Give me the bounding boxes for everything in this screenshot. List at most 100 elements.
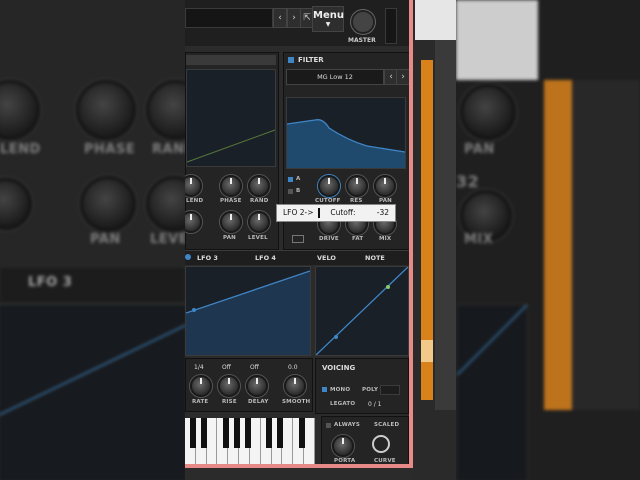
- poly-voices-field[interactable]: [380, 385, 400, 395]
- lfo-delay-label: DELAY: [248, 399, 269, 405]
- route-b-toggle[interactable]: [288, 189, 293, 194]
- filter-curve: [286, 119, 406, 168]
- next-preset-button[interactable]: ›: [287, 8, 301, 28]
- filter-next-button[interactable]: ›: [396, 69, 410, 85]
- filter-title: FILTER: [298, 56, 324, 64]
- osc-pan-knob[interactable]: [220, 211, 242, 233]
- route-b-label: B: [296, 188, 301, 194]
- porta-knob[interactable]: [332, 435, 354, 457]
- portamento-section: ALWAYS SCALED PORTA CURVE: [321, 416, 409, 468]
- osc-phase-knob[interactable]: [220, 175, 242, 197]
- osc-level-knob[interactable]: [248, 211, 270, 233]
- curve-label: CURVE: [374, 458, 396, 464]
- osc-phase-label: PHASE: [220, 198, 242, 204]
- voices-value: 0 / 1: [368, 401, 382, 408]
- lfo-delay-knob[interactable]: [246, 375, 268, 397]
- synth-plugin-window: ‹ › ⇱ Menu ▼ MASTER LEND PHASE RAND PAN …: [185, 0, 456, 480]
- route-a-toggle[interactable]: [288, 177, 293, 182]
- black-key[interactable]: [277, 418, 283, 448]
- black-key[interactable]: [223, 418, 229, 448]
- filter-response-display: [286, 97, 406, 169]
- master-volume-knob[interactable]: [351, 10, 375, 34]
- lfo-smooth-value: 0.0: [288, 364, 298, 371]
- bg-label-lend: LEND: [0, 142, 41, 157]
- route-a-label: A: [296, 176, 301, 182]
- tab-note[interactable]: NOTE: [365, 254, 385, 262]
- bg-label-phase: PHASE: [84, 142, 136, 157]
- white-key[interactable]: [207, 418, 218, 468]
- velocity-curve: [315, 266, 409, 356]
- osc-rand-knob[interactable]: [248, 175, 270, 197]
- white-key[interactable]: [250, 418, 261, 468]
- daw-clip-strip: [413, 0, 456, 480]
- bg-lfo-graph: [0, 304, 185, 480]
- bg-knob: [460, 84, 516, 140]
- bg-daw-orange-block: [544, 80, 572, 410]
- menu-button[interactable]: Menu ▼: [312, 6, 344, 32]
- osc-header: [186, 55, 276, 65]
- bg-label-pan: PAN: [90, 232, 121, 247]
- tooltip-param: Cutoff:: [330, 208, 356, 217]
- lfo-rise-label: RISE: [222, 399, 237, 405]
- lfo-smooth-knob[interactable]: [284, 375, 306, 397]
- mono-toggle[interactable]: [322, 387, 327, 392]
- bg-tab-strip: LFO 3: [0, 266, 185, 304]
- bg-label-mix-right: MIX: [464, 232, 494, 247]
- lfo-smooth-label: SMOOTH: [282, 399, 311, 405]
- white-key[interactable]: [282, 418, 294, 468]
- osc-waveform-display: [186, 69, 276, 167]
- tab-lfo3[interactable]: LFO 3: [197, 254, 218, 262]
- tab-velo[interactable]: VELO: [317, 254, 336, 262]
- black-key[interactable]: [190, 418, 196, 448]
- white-key[interactable]: [304, 418, 315, 468]
- velocity-curve-display[interactable]: [315, 266, 409, 356]
- filter-res-knob[interactable]: [346, 175, 368, 197]
- filter-fat-label: FAT: [352, 236, 364, 242]
- output-meter: [385, 8, 397, 44]
- daw-clip-highlight[interactable]: [421, 340, 433, 362]
- osc-lend-knob[interactable]: [185, 175, 202, 197]
- lfo-active-indicator: [185, 254, 191, 260]
- tab-lfo4[interactable]: LFO 4: [255, 254, 276, 262]
- osc-knob-partial[interactable]: [185, 211, 202, 233]
- osc-pan-label: PAN: [223, 235, 236, 241]
- black-key[interactable]: [245, 418, 251, 448]
- lfo-rate-knob[interactable]: [190, 375, 212, 397]
- filter-drive-label: DRIVE: [319, 236, 339, 242]
- bg-knob: [146, 80, 185, 140]
- curve-knob[interactable]: [372, 435, 390, 453]
- background-left-panel: LEND PHASE RAND PAN LEVEL LFO 3: [0, 0, 185, 480]
- osc-section: LEND PHASE RAND PAN LEVEL: [185, 52, 279, 250]
- menu-label: Menu: [313, 10, 344, 21]
- prev-preset-button[interactable]: ‹: [273, 8, 287, 28]
- osc-level-label: LEVEL: [248, 235, 268, 241]
- lfo-rise-knob[interactable]: [218, 375, 240, 397]
- bg-graph-right: [456, 304, 528, 480]
- filter-cutoff-knob[interactable]: [318, 175, 340, 197]
- legato-label: LEGATO: [330, 401, 356, 407]
- black-key[interactable]: [201, 418, 207, 448]
- mod-tab-strip: LFO 3 LFO 4 VELO NOTE: [185, 250, 413, 265]
- mono-label: MONO: [330, 387, 351, 393]
- filter-pan-knob[interactable]: [374, 175, 396, 197]
- piano-keyboard[interactable]: [185, 418, 315, 468]
- bg-knob: [0, 178, 32, 230]
- scaled-label: SCALED: [374, 422, 400, 428]
- bg-label-pan-right: PAN: [464, 142, 495, 157]
- osc-lend-label: LEND: [186, 198, 204, 204]
- keyboard-tracking-icon[interactable]: [292, 235, 304, 243]
- poly-label: POLY: [362, 387, 379, 393]
- filter-type-select[interactable]: MG Low 12: [286, 69, 384, 85]
- lfo-shape-display[interactable]: [185, 266, 311, 356]
- bg-knob: [0, 80, 40, 140]
- plugin-topbar: ‹ › ⇱ Menu ▼ MASTER: [185, 0, 413, 46]
- preset-name-field[interactable]: [185, 8, 273, 28]
- osc-rand-label: RAND: [250, 198, 269, 204]
- always-toggle[interactable]: [326, 423, 331, 428]
- lfo-delay-value: Off: [250, 364, 259, 371]
- master-label: MASTER: [348, 37, 376, 44]
- black-key[interactable]: [234, 418, 240, 448]
- black-key[interactable]: [299, 418, 305, 448]
- filter-enable-toggle[interactable]: [288, 57, 294, 63]
- black-key[interactable]: [266, 418, 272, 448]
